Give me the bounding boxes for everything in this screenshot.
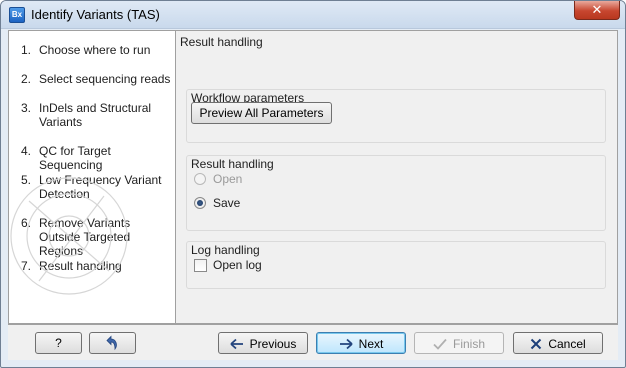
open-log-label: Open log <box>213 258 262 272</box>
step-label: Select sequencing reads <box>39 72 171 86</box>
footer-separator <box>8 324 618 325</box>
step-number: 4. <box>21 144 32 158</box>
step-number: 1. <box>21 43 32 57</box>
content-panel: Result handling Workflow parameters Prev… <box>176 30 618 324</box>
finish-button[interactable]: Finish <box>414 332 504 354</box>
cancel-label: Cancel <box>548 336 586 351</box>
open-radio[interactable] <box>194 173 206 185</box>
group-title: Log handling <box>191 243 260 257</box>
help-button[interactable]: ? <box>35 332 82 354</box>
step-label: Low Frequency Variant Detection <box>39 173 162 201</box>
reset-button[interactable] <box>89 332 136 354</box>
preview-all-parameters-button[interactable]: Preview All Parameters <box>191 102 332 124</box>
previous-button[interactable]: Previous <box>218 332 308 354</box>
dialog-client: 1. Choose where to run 2. Select sequenc… <box>8 30 618 360</box>
log-handling-group: Log handling Open log <box>186 241 606 289</box>
step-number: 7. <box>21 259 32 273</box>
step-number: 2. <box>21 72 32 86</box>
content-title: Result handling <box>180 35 263 49</box>
arrow-left-icon <box>230 338 243 349</box>
next-button[interactable]: Next <box>316 332 406 354</box>
finish-label: Finish <box>452 336 485 351</box>
wizard-steps-panel: 1. Choose where to run 2. Select sequenc… <box>8 30 176 324</box>
save-radio[interactable] <box>194 197 206 209</box>
close-button[interactable]: ✕ <box>574 1 620 20</box>
step-label: Result handling <box>39 259 122 273</box>
window-title: Identify Variants (TAS) <box>31 7 160 22</box>
workflow-parameters-group: Workflow parameters Preview All Paramete… <box>186 89 606 143</box>
dialog-window: Bx Identify Variants (TAS) ✕ 1. Choose w… <box>0 0 626 368</box>
undo-arrow-icon <box>105 335 117 351</box>
app-icon: Bx <box>9 7 25 23</box>
save-radio-label: Save <box>213 196 241 210</box>
previous-label: Previous <box>249 336 297 351</box>
step-number: 5. <box>21 173 32 187</box>
step-label: Remove Variants Outside Targeted Regions <box>39 216 131 258</box>
step-number: 3. <box>21 101 32 115</box>
step-number: 6. <box>21 216 32 230</box>
result-handling-group: Result handling Open Save <box>186 155 606 231</box>
title-bar[interactable]: Bx Identify Variants (TAS) ✕ <box>1 1 625 29</box>
step-label: InDels and Structural Variants <box>39 101 152 129</box>
cancel-x-icon <box>531 338 542 350</box>
step-label: QC for Target Sequencing <box>39 144 111 172</box>
next-label: Next <box>358 336 384 351</box>
radio-selected-dot <box>197 200 203 206</box>
checkmark-icon <box>433 338 447 350</box>
open-log-checkbox[interactable] <box>194 259 207 272</box>
cancel-button[interactable]: Cancel <box>513 332 603 354</box>
group-title: Result handling <box>191 157 274 171</box>
arrow-right-icon <box>339 338 353 349</box>
step-label: Choose where to run <box>39 43 151 57</box>
open-radio-label: Open <box>213 172 243 186</box>
